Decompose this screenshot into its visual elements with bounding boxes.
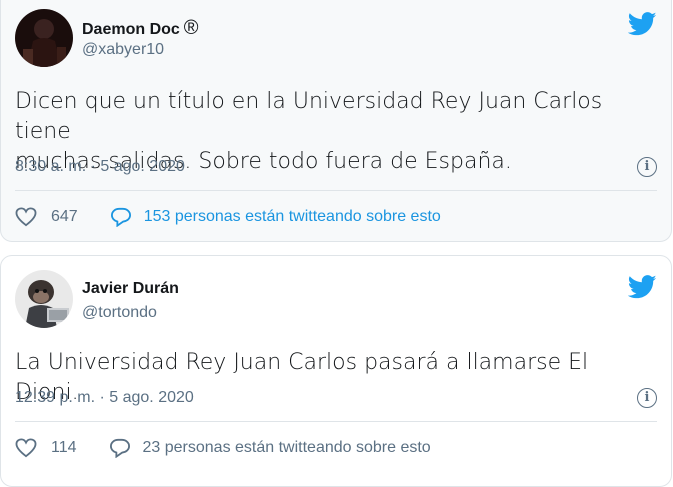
timestamp[interactable]: 12:39 p. m. · 5 ago. 2020 (15, 389, 194, 407)
avatar[interactable] (15, 270, 73, 328)
tweet-actions: 114 23 personas están twitteando sobre e… (15, 438, 431, 458)
heart-icon[interactable] (15, 438, 37, 458)
reply-bubble-icon[interactable] (109, 438, 131, 458)
tweet-actions: 647 153 personas están twitteando sobre … (15, 207, 441, 227)
twitter-bird-icon[interactable] (628, 275, 657, 299)
info-icon[interactable]: i (637, 388, 657, 408)
like-count[interactable]: 647 (51, 208, 78, 226)
author-handle[interactable]: @xabyer10 (82, 41, 164, 59)
reply-bubble-icon[interactable] (110, 207, 132, 227)
conversation-link[interactable]: 23 personas están twitteando sobre esto (143, 439, 431, 457)
conversation-link[interactable]: 153 personas están twitteando sobre esto (144, 208, 441, 226)
tweet-text-line: Dicen que un título en la Universidad Re… (15, 89, 603, 144)
author-name[interactable]: Daemon Doc ® (82, 17, 199, 40)
author-handle[interactable]: @tortondo (82, 304, 157, 322)
info-icon[interactable]: i (637, 157, 657, 177)
twitter-bird-icon[interactable] (628, 12, 657, 36)
like-count[interactable]: 114 (51, 439, 77, 457)
divider (15, 421, 657, 422)
tweet-card-2[interactable]: Javier Durán @tortondo La Universidad Re… (0, 255, 672, 487)
heart-icon[interactable] (15, 207, 37, 227)
avatar[interactable] (15, 9, 73, 67)
divider (15, 190, 657, 191)
tweet-card-1[interactable]: Daemon Doc ® @xabyer10 Dicen que un títul… (0, 0, 672, 242)
author-name[interactable]: Javier Durán (82, 280, 179, 298)
timestamp[interactable]: 8:30 a. m. · 5 ago. 2020 (15, 158, 185, 176)
registered-mark: ® (183, 17, 199, 39)
